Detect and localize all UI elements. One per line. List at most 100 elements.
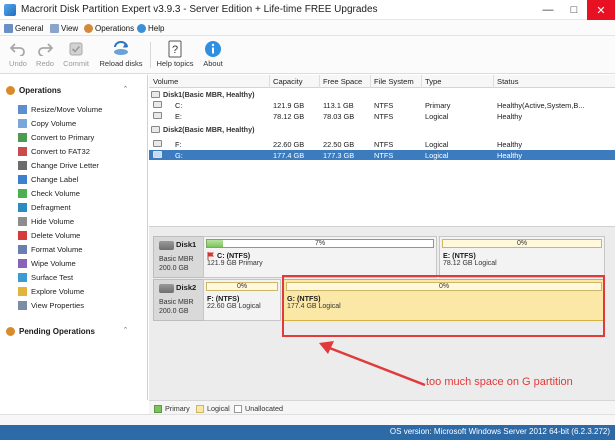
sidebar-item-change-label[interactable]: Change Label: [18, 174, 78, 185]
defragment-icon: [18, 203, 27, 212]
status-bar: OS version: Microsoft Windows Server 201…: [0, 414, 615, 440]
cell-type: Logical: [425, 140, 449, 149]
sidebar-item-convert-primary[interactable]: Convert to Primary: [18, 132, 94, 143]
menu-operations-label: Operations: [95, 23, 135, 33]
partition-f[interactable]: 0% F: (NTFS) 22.60 GB Logical: [203, 279, 281, 321]
cell-status: Healthy: [497, 140, 523, 149]
drive-letter-icon: [18, 161, 27, 170]
cell-fs: NTFS: [374, 101, 394, 110]
sidebar-item-format-volume[interactable]: Format Volume: [18, 244, 83, 255]
label-icon: [18, 175, 27, 184]
pending-operations-header[interactable]: Pending Operations ˆ: [6, 325, 127, 337]
sidebar-item-copy-volume[interactable]: Copy Volume: [18, 118, 76, 129]
cell-free: 22.50 GB: [323, 140, 355, 149]
convert-fat32-icon: [18, 147, 27, 156]
operations-title: Operations: [19, 85, 62, 95]
table-row[interactable]: E: 78.12 GB 78.03 GB NTFS Logical Health…: [149, 111, 615, 121]
minimize-button[interactable]: —: [535, 0, 561, 20]
cell-status: Healthy(Active,System,B...: [497, 101, 585, 110]
sidebar-item-delete-volume[interactable]: Delete Volume: [18, 230, 80, 241]
commit-button[interactable]: Commit: [60, 39, 92, 72]
column-type[interactable]: Type: [425, 77, 441, 86]
column-volume[interactable]: Volume: [153, 77, 178, 86]
partition-c-usage-bar: 7%: [206, 239, 434, 248]
column-file-system[interactable]: File System: [374, 77, 414, 86]
sidebar-item-change-letter[interactable]: Change Drive Letter: [18, 160, 99, 171]
column-divider: [421, 75, 422, 88]
partition-c[interactable]: 7% C: (NTFS) 121.9 GB Primary: [203, 236, 437, 278]
maximize-button[interactable]: □: [561, 0, 587, 20]
sidebar-item-label: Change Drive Letter: [31, 161, 99, 170]
annotation-arrow-icon: [319, 341, 426, 387]
annotation-highlight-box: [282, 275, 605, 337]
help-topics-label: Help topics: [156, 59, 194, 68]
hard-disk-icon: [159, 241, 174, 250]
menu-bar: General View Operations Help: [0, 20, 615, 36]
menu-help-label: Help: [148, 23, 165, 33]
cell-free: 113.1 GB: [323, 101, 354, 110]
flag-icon: [207, 251, 214, 260]
column-divider: [493, 75, 494, 88]
cell-status: Healthy: [497, 112, 523, 121]
cell-type: Primary: [425, 101, 451, 110]
toolbar: Undo Redo Commit Reload disks ? Help top…: [0, 36, 615, 74]
cell-capacity: 177.4 GB: [273, 151, 305, 160]
disk1-group-row[interactable]: Disk1(Basic MBR, Healthy): [151, 89, 254, 99]
app-icon: [4, 4, 16, 16]
sidebar-item-label: Change Label: [31, 175, 79, 184]
table-row[interactable]: C: 121.9 GB 113.1 GB NTFS Primary Health…: [149, 100, 615, 110]
sidebar-item-defragment[interactable]: Defragment: [18, 202, 71, 213]
sidebar-item-check-volume[interactable]: Check Volume: [18, 188, 80, 199]
reload-disks-label: Reload disks: [99, 59, 143, 68]
check-icon: [18, 189, 27, 198]
sidebar-item-resize-move[interactable]: Resize/Move Volume: [18, 104, 102, 115]
commit-label: Commit: [63, 59, 89, 68]
sidebar-item-convert-fat32[interactable]: Convert to FAT32: [18, 146, 90, 157]
about-button[interactable]: About: [200, 39, 226, 72]
pending-title: Pending Operations: [19, 326, 96, 336]
cell-capacity: 22.60 GB: [273, 140, 305, 149]
close-button[interactable]: ✕: [587, 0, 615, 20]
drive-icon: [153, 112, 162, 119]
pending-gear-icon: [6, 326, 15, 336]
help-topics-icon: ?: [164, 39, 186, 59]
menu-general[interactable]: General: [4, 22, 43, 34]
collapse-chevron-icon[interactable]: ˆ: [124, 85, 127, 95]
cell-type: Logical: [425, 112, 449, 121]
menu-view[interactable]: View: [50, 22, 78, 34]
operations-header[interactable]: Operations ˆ: [6, 84, 127, 96]
reload-disks-button[interactable]: Reload disks: [98, 39, 144, 72]
table-row-selected[interactable]: G: 177.4 GB 177.3 GB NTFS Logical Health…: [149, 150, 615, 160]
column-divider: [370, 75, 371, 88]
redo-button[interactable]: Redo: [32, 39, 58, 72]
sidebar-item-explore-volume[interactable]: Explore Volume: [18, 286, 84, 297]
resize-icon: [18, 105, 27, 114]
undo-label: Undo: [9, 59, 27, 68]
sidebar-item-view-properties[interactable]: View Properties: [18, 300, 84, 311]
sidebar-item-label: Resize/Move Volume: [31, 105, 103, 114]
disk1-size: 200.0 GB: [159, 265, 189, 272]
window-title: Macrorit Disk Partition Expert v3.9.3 - …: [21, 4, 378, 15]
usage-percent: 0%: [236, 283, 248, 290]
svg-text:?: ?: [172, 44, 178, 56]
help-topics-button[interactable]: ? Help topics: [155, 39, 195, 72]
menu-operations[interactable]: Operations: [84, 22, 134, 34]
undo-button[interactable]: Undo: [5, 39, 31, 72]
annotation-text: too much space on G partition: [426, 376, 573, 388]
about-label: About: [203, 59, 223, 68]
collapse-chevron-icon[interactable]: ˆ: [124, 326, 127, 336]
column-free-space[interactable]: Free Space: [323, 77, 362, 86]
disk2-size: 200.0 GB: [159, 308, 189, 315]
column-status[interactable]: Status: [497, 77, 519, 86]
sidebar-item-wipe-volume[interactable]: Wipe Volume: [18, 258, 76, 269]
table-row[interactable]: F: 22.60 GB 22.50 GB NTFS Logical Health…: [149, 139, 615, 149]
partition-e[interactable]: 0% E: (NTFS) 78.12 GB Logical: [439, 236, 605, 278]
column-capacity[interactable]: Capacity: [273, 77, 303, 86]
table-header: Volume Capacity Free Space File System T…: [149, 75, 615, 88]
sidebar-item-surface-test[interactable]: Surface Test: [18, 272, 73, 283]
properties-icon: [18, 301, 27, 310]
sidebar-item-label: Hide Volume: [31, 217, 75, 226]
menu-help[interactable]: Help: [137, 22, 164, 34]
sidebar-item-hide-volume[interactable]: Hide Volume: [18, 216, 74, 227]
disk2-group-row[interactable]: Disk2(Basic MBR, Healthy): [151, 124, 254, 134]
